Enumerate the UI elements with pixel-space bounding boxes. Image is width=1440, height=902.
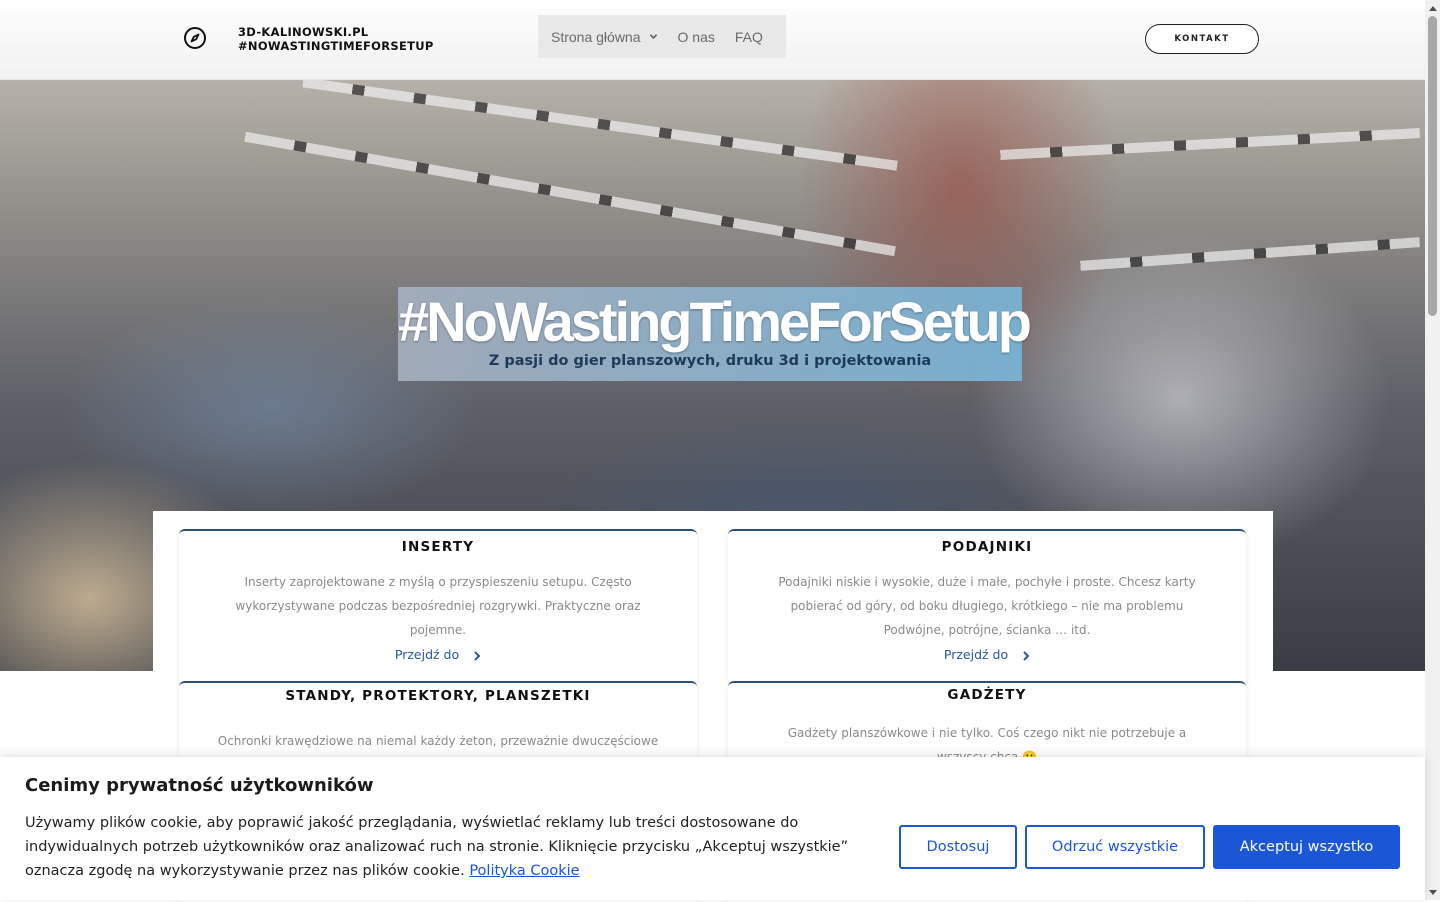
cookie-policy-link[interactable]: Polityka Cookie: [469, 863, 579, 879]
accept-all-button[interactable]: Akceptuj wszystko: [1213, 825, 1400, 869]
page-scrollbar[interactable]: [1425, 0, 1440, 900]
chevron-down-icon: [649, 34, 657, 40]
customize-button[interactable]: Dostosuj: [899, 825, 1017, 869]
card-title: INSERTY: [401, 539, 475, 555]
scroll-down-arrow-icon[interactable]: [1425, 885, 1440, 900]
scroll-up-arrow-icon[interactable]: [1425, 0, 1440, 15]
nav-item-faq-label: FAQ: [734, 28, 763, 45]
nav-item-about-label: O nas: [677, 28, 715, 45]
card-title: PODAJNIKI: [941, 539, 1033, 555]
hero-title: #NoWastingTimeForSetup: [398, 290, 1032, 353]
hero-photo-detail: [1080, 237, 1420, 271]
card-text: Podajniki niskie i wysokie, duże i małe,…: [778, 575, 1196, 637]
nav-item-about[interactable]: O nas: [668, 29, 725, 45]
category-card-inserts: INSERTY Inserty zaprojektowane z myślą o…: [179, 529, 697, 681]
card-link-label: Przejdź do: [943, 647, 1009, 662]
main-nav: Strona główna O nas FAQ: [538, 15, 786, 58]
brand-line-1: 3D-KALINOWSKI.PL: [238, 25, 369, 39]
category-card-dispensers: PODAJNIKI Podajniki niskie i wysokie, du…: [728, 529, 1246, 681]
hero-title-box: #NoWastingTimeForSetup Z pasji do gier p…: [398, 287, 1032, 381]
nav-item-faq[interactable]: FAQ: [725, 29, 773, 45]
card-link-dispensers[interactable]: Przejdź do: [728, 647, 1246, 662]
hero-photo-detail: [1000, 128, 1420, 160]
card-title: GADŻETY: [947, 687, 1027, 703]
cookie-description: Używamy plików cookie, aby poprawić jako…: [25, 815, 849, 879]
brand-name[interactable]: 3D-KALINOWSKI.PL #NOWASTINGTIMEFORSETUP: [238, 25, 434, 53]
compass-icon[interactable]: [183, 26, 207, 50]
reject-all-button[interactable]: Odrzuć wszystkie: [1025, 825, 1205, 869]
contact-button[interactable]: KONTAKT: [1145, 24, 1259, 54]
nav-item-home[interactable]: Strona główna: [538, 29, 668, 45]
chevron-right-icon: [1023, 650, 1030, 661]
card-title: STANDY, PROTEKTORY, PLANSZETKI: [285, 688, 591, 704]
card-link-inserts[interactable]: Przejdź do: [179, 647, 697, 662]
cookie-title: Cenimy prywatność użytkowników: [25, 775, 374, 796]
cookie-text: Używamy plików cookie, aby poprawić jako…: [25, 811, 895, 883]
cookie-banner: Cenimy prywatność użytkowników Używamy p…: [0, 757, 1425, 900]
card-text: Ochronki krawędziowe na niemal każdy żet…: [217, 734, 659, 748]
chevron-right-icon: [474, 650, 481, 661]
site-header: 3D-KALINOWSKI.PL #NOWASTINGTIMEFORSETUP …: [0, 0, 1425, 80]
scrollbar-thumb[interactable]: [1428, 16, 1437, 316]
nav-item-home-label: Strona główna: [551, 28, 641, 45]
card-link-label: Przejdź do: [394, 647, 460, 662]
card-text: Inserty zaprojektowane z myślą o przyspi…: [235, 575, 641, 637]
brand-line-2: #NOWASTINGTIMEFORSETUP: [238, 39, 434, 53]
hero-subtitle: Z pasji do gier planszowych, druku 3d i …: [488, 353, 932, 369]
